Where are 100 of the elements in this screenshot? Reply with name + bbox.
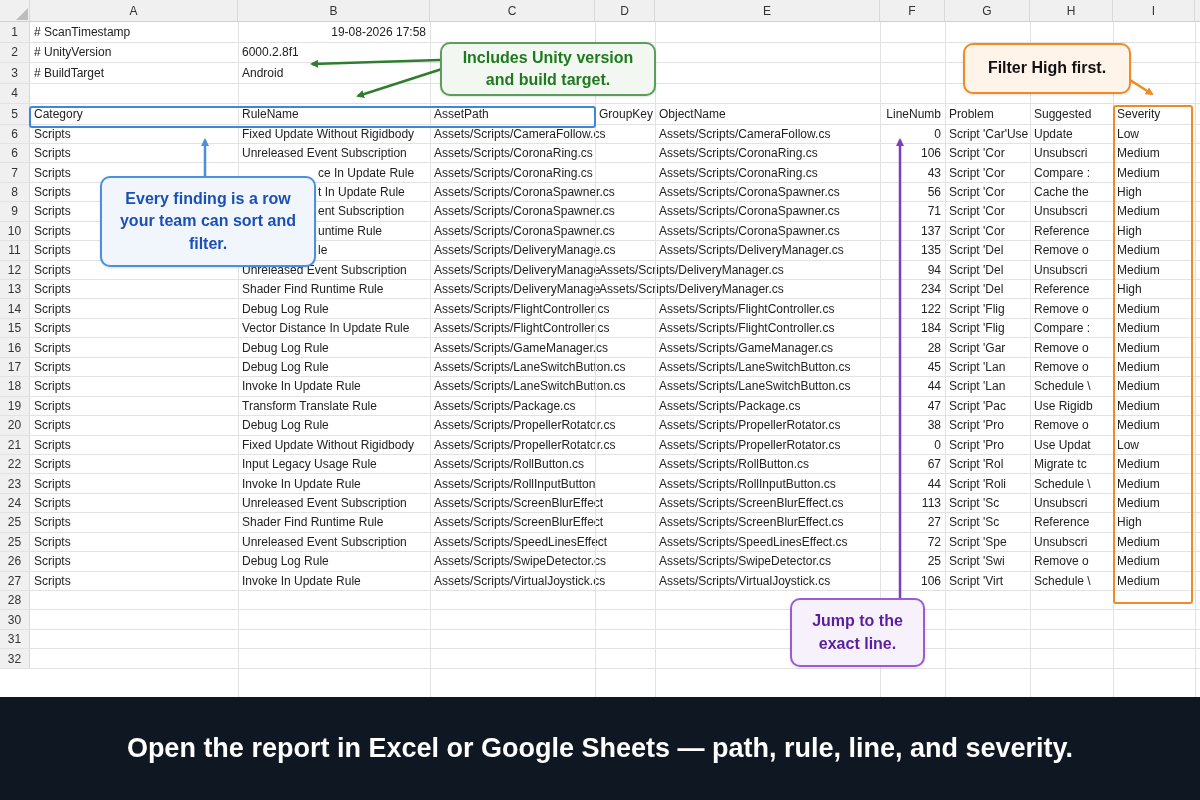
cell-text: Assets/Scripts/DeliveryManager.cs <box>659 242 844 260</box>
column-header[interactable]: F <box>880 0 945 21</box>
cell-text: 135 <box>920 242 941 260</box>
cell-text: Assets/Scripts/RollInputButton <box>434 475 596 493</box>
cell-text: Fixed Update Without Rigidbody <box>242 436 415 454</box>
cell-text: Low <box>1117 125 1139 143</box>
cell-text: Scripts <box>34 475 71 493</box>
column-header[interactable]: H <box>1030 0 1113 21</box>
row-header[interactable]: 9 <box>0 202 30 221</box>
cell-text: Medium <box>1117 417 1160 435</box>
row-header[interactable]: 1 <box>0 22 30 42</box>
cell-text: Script 'Rol <box>949 456 1004 474</box>
cell-text: Script 'Cor <box>949 145 1005 163</box>
cell-text: 72 <box>927 533 941 551</box>
cell-text: 38 <box>927 417 941 435</box>
cell-text: Schedule \ <box>1034 475 1091 493</box>
cell-text: Remove o <box>1034 242 1089 260</box>
row-header[interactable]: 18 <box>0 377 30 396</box>
cell-text: Script 'Roli <box>949 475 1006 493</box>
row-header[interactable]: 3 <box>0 63 30 83</box>
cell-text: AssetPath <box>434 105 489 123</box>
column-header[interactable]: E <box>655 0 880 21</box>
cell-text: le <box>318 242 328 260</box>
cell-text: Assets/Scripts/LaneSwitchButton.cs <box>659 378 851 396</box>
cell-text: 43 <box>927 164 941 182</box>
row-header[interactable]: 32 <box>0 649 30 668</box>
cell-text: Scripts <box>34 436 71 454</box>
cell-text: Assets/Scripts/GameManager.cs <box>659 339 834 357</box>
row-header[interactable]: 23 <box>0 474 30 493</box>
cell-text: Scripts <box>34 495 71 513</box>
cell-text: t In Update Rule <box>318 184 405 202</box>
cell-text: Script 'Cor <box>949 222 1005 240</box>
cell-text: Script 'Car'Use <box>949 125 1029 143</box>
cell-text: Assets/Scripts/SpeedLinesEffect <box>434 533 608 551</box>
cell-text: Medium <box>1117 378 1160 396</box>
cell-text: Compare : <box>1034 320 1091 338</box>
cell-text: 56 <box>927 184 941 202</box>
cell-text: Assets/Scripts/PropellerRotator.cs <box>434 417 616 435</box>
cell-text: Scripts <box>34 417 71 435</box>
row-header[interactable]: 26 <box>0 552 30 571</box>
row-header[interactable]: 14 <box>0 299 30 318</box>
cell-text: ent Subscription <box>318 203 405 221</box>
row-header[interactable]: 4 <box>0 83 30 103</box>
callout: Includes Unity version and build target. <box>440 42 656 96</box>
cell-text: Assets/Scripts/PropellerRotator.cs <box>659 436 841 454</box>
cell-text: Medium <box>1117 300 1160 318</box>
cell-text: Medium <box>1117 242 1160 260</box>
cell-text: High <box>1117 184 1142 202</box>
cell-text: Scripts <box>34 222 71 240</box>
row-header[interactable]: 20 <box>0 416 30 435</box>
cell-text: Update <box>1034 125 1073 143</box>
cell-text: 47 <box>927 397 941 415</box>
cell-text: Assets/Scripts/SwipeDetector.cs <box>434 553 607 571</box>
row-header[interactable]: 16 <box>0 338 30 357</box>
cell-text: Script 'Pac <box>949 397 1006 415</box>
column-header[interactable]: C <box>430 0 595 21</box>
cell-text: Scripts <box>34 533 71 551</box>
cell-text: Script 'Spe <box>949 533 1007 551</box>
cell-text: Assets/Scripts/FlightController.cs <box>659 300 835 318</box>
cell-text: Script 'Pro <box>949 436 1004 454</box>
cell-text: 67 <box>927 456 941 474</box>
cell-text: Android <box>242 64 284 82</box>
cell-text: Scripts <box>34 320 71 338</box>
cell-text: 25 <box>927 553 941 571</box>
row-header[interactable]: 7 <box>0 163 30 182</box>
cell-text: 19-08-2026 17:58 <box>331 23 426 41</box>
column-header[interactable]: A <box>30 0 238 21</box>
cell-text: Medium <box>1117 203 1160 221</box>
row-header[interactable]: 11 <box>0 241 30 260</box>
cell-text: 106 <box>920 145 941 163</box>
cell-text: Assets/Scripts/SpeedLinesEffect.cs <box>659 533 848 551</box>
row-header[interactable]: 5 <box>0 104 30 124</box>
column-header[interactable]: G <box>945 0 1030 21</box>
cell-text: Transform Translate Rule <box>242 397 377 415</box>
row-header[interactable]: 30 <box>0 610 30 629</box>
row-header[interactable]: 13 <box>0 280 30 299</box>
cell-text: Assets/Scripts/CameraFollow.cs <box>659 125 831 143</box>
cell-text: Medium <box>1117 475 1160 493</box>
cell-text: Assets/Scripts/FlightController.cs <box>434 320 610 338</box>
cell-text: Vector Distance In Update Rule <box>242 320 410 338</box>
row-header[interactable]: 25 <box>0 513 30 532</box>
arrow <box>201 138 209 176</box>
cell-text: Assets/Scripts/PropellerRotator.cs <box>434 436 616 454</box>
row-header[interactable]: 28 <box>0 591 30 610</box>
cell-text: 6000.2.8f1 <box>242 44 299 62</box>
cell-text: Debug Log Rule <box>242 553 329 571</box>
cell-text: Scripts <box>34 378 71 396</box>
column-header[interactable]: I <box>1113 0 1195 21</box>
cell-text: Script 'Cor <box>949 184 1005 202</box>
row-header[interactable]: 2 <box>0 42 30 62</box>
cell-text: Script 'Cor <box>949 164 1005 182</box>
cell-text: Script 'Lan <box>949 358 1006 376</box>
cell-text: Assets/Scripts/Package.cs <box>659 397 801 415</box>
cell-text: Unsubscri <box>1034 533 1088 551</box>
column-header[interactable]: D <box>595 0 655 21</box>
cell-text: Reference <box>1034 514 1090 532</box>
cell-text: 45 <box>927 358 941 376</box>
cell-text: # UnityVersion <box>34 44 112 62</box>
column-header[interactable]: B <box>238 0 430 21</box>
cell-text: 44 <box>927 378 941 396</box>
